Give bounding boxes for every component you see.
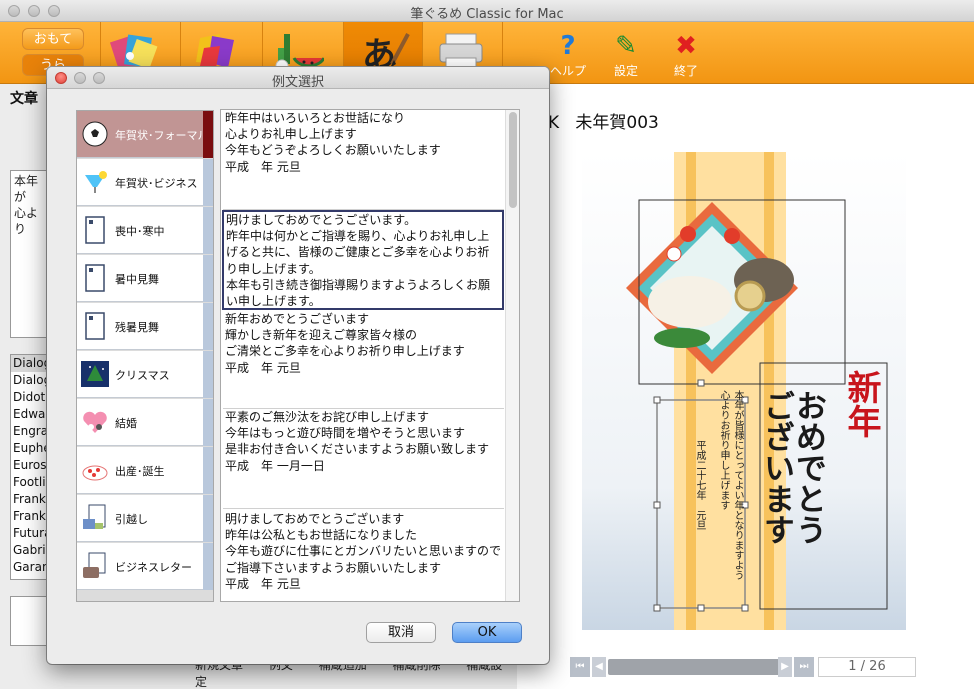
category-formal-new-year[interactable]: 年賀状･フォーマル (77, 111, 213, 158)
font-list-item[interactable]: Didot (11, 389, 49, 406)
card-title-text: 未年賀003 (575, 113, 659, 133)
birthday-cake-icon (82, 465, 108, 481)
font-list[interactable]: Dialog Dialog Didot Edwar Engra Euphe Eu… (10, 354, 50, 580)
font-list-item[interactable]: Gabri (11, 542, 49, 559)
quit-button[interactable]: ✖ 終了 (664, 32, 708, 79)
font-list-item[interactable]: Garam (11, 559, 49, 576)
category-mourning[interactable]: 喪中･寒中 (77, 207, 213, 254)
first-page-button[interactable]: ⏮ (570, 657, 590, 677)
settings-button[interactable]: ✎ 設定 (604, 32, 648, 79)
example-text-item[interactable]: 新年おめでとうございます 輝かしき新年を迎えご尊家皆々様の ご清栄とご多幸を心よ… (223, 311, 504, 409)
wrench-icon: ✎ (615, 31, 637, 61)
main-titlebar: 筆ぐるめ Classic for Mac (0, 0, 974, 22)
soccer-ball-icon (82, 121, 108, 147)
example-text-item[interactable]: 昨年中はいろいろとお世話になり 心よりお礼申し上げます 今年もどうぞよろしくお願… (223, 110, 504, 210)
page-navigation: ⏮ ◀ ▶ ⏭ 1 / 26 (570, 657, 916, 677)
ok-button[interactable]: OK (452, 622, 522, 643)
font-list-item[interactable]: Euros (11, 457, 49, 474)
font-list-item[interactable]: Frank (11, 491, 49, 508)
example-text-item-selected[interactable]: 明けましておめでとうございます。 昨年中は何かとご指導を賜り、心よりお礼申し上げ… (222, 210, 504, 310)
greeting-main-text: おめでとう ございます (758, 390, 826, 545)
last-page-button[interactable]: ⏭ (794, 657, 814, 677)
window-title: 筆ぐるめ Classic for Mac (410, 7, 564, 22)
font-list-item[interactable]: Euphe (11, 440, 49, 457)
postcard-icon (85, 216, 105, 244)
font-list-item[interactable]: Footli (11, 474, 49, 491)
category-christmas[interactable]: クリスマス (77, 351, 213, 398)
secondary-text-area[interactable] (10, 596, 50, 646)
prev-page-button[interactable]: ◀ (592, 657, 606, 677)
dialog-titlebar: 例文選択 (47, 67, 549, 90)
question-mark-icon: ? (560, 31, 576, 61)
message-text-area[interactable]: 本年が 心より (10, 170, 50, 338)
wedding-couple-icon (83, 411, 107, 433)
font-list-item[interactable]: Futura (11, 525, 49, 542)
example-text-item[interactable]: 平素のご無沙汰をお詫び申し上げます 今年はもっと遊び時間を増やそうと思います 是… (223, 409, 504, 509)
postcard-icon (85, 312, 105, 340)
dialog-title: 例文選択 (271, 75, 324, 90)
category-business-new-year[interactable]: 年賀状･ビジネス (77, 159, 213, 206)
example-list-scrollbar[interactable] (505, 110, 519, 601)
font-list-item[interactable]: Frank (11, 508, 49, 525)
font-list-item[interactable]: Dialog (11, 355, 49, 372)
scrollbar-thumb[interactable] (509, 112, 517, 208)
font-list-item[interactable]: Engra (11, 423, 49, 440)
briefcase-icon (83, 552, 106, 578)
example-text-list[interactable]: 昨年中はいろいろとお世話になり 心よりお礼申し上げます 今年もどうぞよろしくお願… (220, 109, 520, 602)
moving-house-icon (83, 504, 106, 529)
front-side-button[interactable]: おもて (22, 28, 84, 50)
category-list[interactable]: 年賀状･フォーマル 年賀状･ビジネス 喪中･寒中 暑中見舞 残暑見舞 クリスマス… (76, 110, 214, 602)
date-text: 平成二十七年 元旦 (694, 440, 705, 530)
font-list-item[interactable]: Dialog (11, 372, 49, 389)
category-late-summer-greeting[interactable]: 残暑見舞 (77, 303, 213, 350)
example-text-item[interactable]: 明けましておめでとうございます 昨年は公私ともお世話になりました 今年も遊びに仕… (223, 511, 504, 601)
close-x-icon: ✖ (675, 31, 697, 61)
next-page-button[interactable]: ▶ (778, 657, 792, 677)
postcard-icon (85, 264, 105, 292)
greeting-body-text: 本年が皆様にとってよい年となりますよう 心よりお祈り申し上げます (718, 390, 743, 580)
category-summer-greeting[interactable]: 暑中見舞 (77, 255, 213, 302)
category-wedding[interactable]: 結婚 (77, 399, 213, 446)
page-count: 1 / 26 (818, 657, 916, 677)
example-text-dialog: 例文選択 年賀状･フォーマル 年賀状･ビジネス 喪中･寒中 暑中見舞 残暑見舞 … (47, 67, 549, 664)
page-scrollbar[interactable] (608, 659, 780, 675)
cancel-button[interactable]: 取消 (366, 622, 436, 643)
category-birth[interactable]: 出産･誕生 (77, 447, 213, 494)
help-button[interactable]: ? ヘルプ (546, 32, 590, 79)
section-label: 文章 (10, 91, 38, 107)
category-business-letter[interactable]: ビジネスレター (77, 543, 213, 590)
card-title: K 未年賀003 (548, 108, 659, 133)
tropical-drink-icon (85, 171, 107, 193)
font-list-item[interactable]: Edwar (11, 406, 49, 423)
card-title-prefix: K (548, 113, 560, 133)
greeting-big-text: 新年 (841, 370, 881, 438)
christmas-tree-icon (81, 361, 109, 387)
category-moving[interactable]: 引越し (77, 495, 213, 542)
